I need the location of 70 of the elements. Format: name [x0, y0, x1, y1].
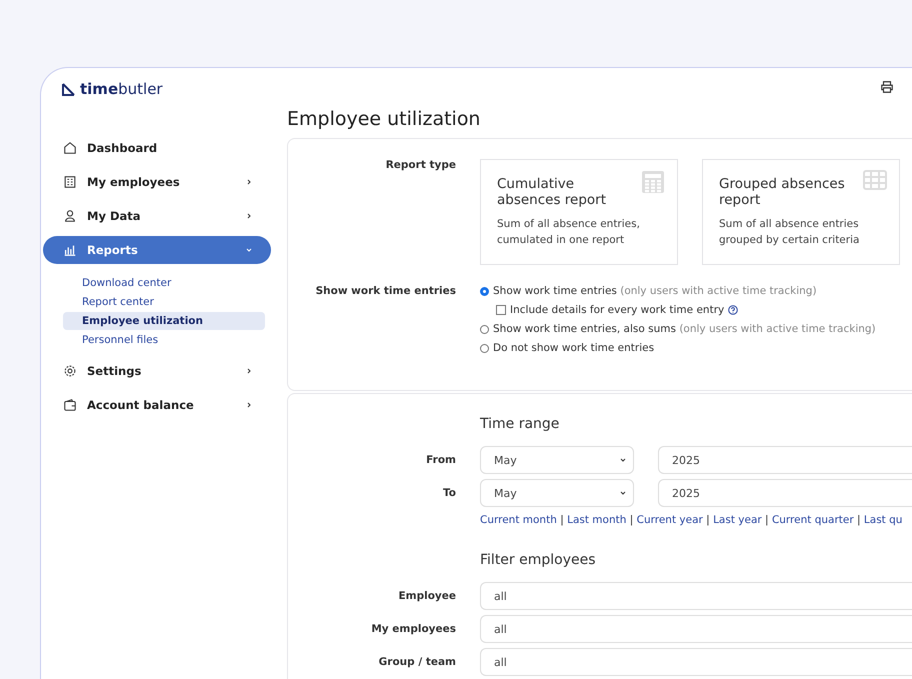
link-separator: | [560, 514, 564, 526]
option-label: Do not show work time entries [493, 342, 654, 354]
link-separator: | [857, 514, 861, 526]
sidebar-subitem[interactable]: Download center [63, 274, 265, 292]
report-type-description: Sum of all absence entries grouped by certain criteria [719, 217, 860, 248]
sidebar-subitem[interactable]: Personnel files [63, 331, 265, 349]
sidebar-subitem[interactable]: Employee utilization [63, 312, 265, 330]
range-link[interactable]: Last qu [864, 514, 902, 526]
range-link[interactable]: Last year [713, 514, 762, 526]
settings-icon [63, 364, 77, 378]
checkbox[interactable] [496, 305, 506, 315]
field-label: Show work time entries [314, 285, 456, 297]
report-type-card[interactable]: Grouped absences report Sum of all absence entries grouped by certain criteria [702, 159, 900, 265]
sidebar-item[interactable]: Reports [43, 236, 271, 264]
sidebar-item[interactable]: Dashboard [43, 134, 271, 162]
range-link[interactable]: Current year [636, 514, 703, 526]
print-icon[interactable] [880, 80, 894, 94]
sidebar-item[interactable]: Account balance [43, 391, 271, 419]
chevron-icon [619, 489, 627, 497]
option-label: Show work time entries (only users with active time tracking) [493, 285, 817, 297]
sidebar-item[interactable]: My Data [43, 202, 271, 230]
radio-button[interactable] [480, 324, 489, 334]
page-title: Employee utilization [287, 108, 482, 130]
house-icon [63, 141, 77, 155]
report-type-title: Grouped absences report [719, 176, 846, 208]
report-type-card[interactable]: Cumulative absences report Sum of all absence entries, cumulated in one report [480, 159, 678, 265]
section-heading: Time range [480, 416, 560, 432]
wallet-icon [63, 398, 77, 412]
field-label: From [425, 454, 456, 466]
chevron-icon [245, 401, 253, 409]
filter-field[interactable]: all [480, 648, 912, 676]
year-field[interactable]: 2025 [658, 446, 912, 474]
section-heading: Filter employees [480, 552, 597, 568]
option-label: Show work time entries, also sums (only users with active time tracking) [493, 323, 876, 335]
range-link[interactable]: Current quarter [772, 514, 854, 526]
field-label: My employees [370, 623, 456, 635]
chevron-icon [245, 246, 253, 254]
calculator-icon [641, 170, 665, 194]
sidebar-item[interactable]: Settings [43, 357, 271, 385]
filter-field[interactable]: all [480, 615, 912, 643]
field-label: Employee [397, 590, 456, 602]
option-label: Include details for every work time entry [510, 304, 724, 316]
chevron-icon [245, 178, 253, 186]
brand-logo: timebutler [62, 80, 271, 98]
report-type-title: Cumulative absences report [497, 176, 608, 208]
sidebar-subitem[interactable]: Report center [63, 293, 265, 311]
chevron-icon [619, 456, 627, 464]
radio-button[interactable] [480, 286, 489, 296]
person-icon [63, 209, 77, 223]
month-dropdown[interactable]: May [480, 446, 634, 474]
year-field[interactable]: 2025 [658, 479, 912, 507]
report-type-description: Sum of all absence entries, cumulated in one report [497, 217, 641, 248]
field-label: Group / team [378, 656, 456, 668]
sidebar-item[interactable]: My employees [43, 168, 271, 196]
range-link[interactable]: Current month [480, 514, 557, 526]
range-link[interactable]: Last month [567, 514, 626, 526]
link-separator: | [630, 514, 634, 526]
link-separator: | [706, 514, 710, 526]
radio-button[interactable] [480, 344, 489, 352]
field-label: Report type [384, 159, 456, 171]
link-separator: | [765, 514, 769, 526]
help-icon[interactable] [728, 305, 738, 315]
table-icon [863, 170, 887, 190]
bar-chart-icon [63, 243, 77, 257]
filter-field[interactable]: all [480, 582, 912, 610]
chevron-icon [245, 367, 253, 375]
building-icon [63, 175, 77, 189]
chevron-icon [245, 212, 253, 220]
field-label: To [442, 487, 456, 499]
month-dropdown[interactable]: May [480, 479, 634, 507]
